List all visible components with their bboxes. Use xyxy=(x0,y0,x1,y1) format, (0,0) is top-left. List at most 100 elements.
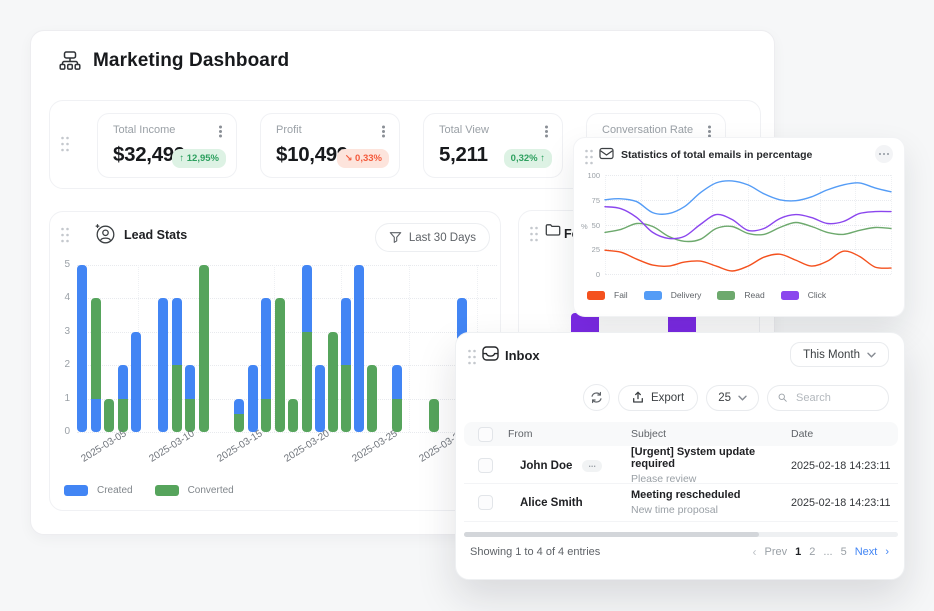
y-tick-label: 1 xyxy=(64,393,70,404)
lead-filter-button[interactable]: Last 30 Days xyxy=(375,223,490,252)
period-select[interactable]: This Month xyxy=(790,342,889,367)
bar xyxy=(341,298,351,432)
kebab-menu-icon[interactable] xyxy=(219,130,222,133)
drag-handle-icon[interactable] xyxy=(60,135,70,153)
per-page-value: 25 xyxy=(718,392,731,404)
stat-value: 5,211 xyxy=(439,143,488,167)
email-date: 2025-02-18 14:23:11 xyxy=(776,497,898,509)
bar xyxy=(158,298,168,432)
lead-stats-card: Lead Stats Last 30 Days 543210 2025-03-0… xyxy=(49,211,501,511)
export-button[interactable]: Export xyxy=(618,385,698,411)
lead-y-axis: 543210 xyxy=(52,260,70,432)
legend-swatch xyxy=(717,291,735,300)
trend-badge: ↘ 0,33% xyxy=(337,149,389,168)
column-header-date: Date xyxy=(776,428,898,440)
prev-arrow[interactable]: ‹ xyxy=(753,545,757,559)
x-tick-label: 2025-03-20 xyxy=(282,428,331,464)
inbox-card: Inbox This Month Export 25 xyxy=(455,332,905,580)
sender-name: Alice Smith xyxy=(520,497,583,509)
trend-badge: 0,32% ↑ xyxy=(504,149,552,168)
stat-label: Total Income xyxy=(113,124,175,136)
page-2[interactable]: 2 xyxy=(809,546,815,558)
kebab-menu-icon[interactable] xyxy=(382,130,385,133)
stat-label: Conversation Rate xyxy=(602,124,693,136)
page-ellipsis: ... xyxy=(823,546,832,558)
per-page-select[interactable]: 25 xyxy=(706,385,759,411)
row-checkbox[interactable] xyxy=(478,495,493,510)
row-more-button[interactable]: ... xyxy=(582,460,602,472)
y-tick-label: 5 xyxy=(64,259,70,270)
legend-label: Delivery xyxy=(671,290,702,300)
legend-item-read: Read xyxy=(717,290,764,300)
lead-filter-label: Last 30 Days xyxy=(409,232,476,244)
y-tick-label: 4 xyxy=(64,292,70,303)
email-preview: New time proposal xyxy=(631,504,776,516)
drag-handle-icon[interactable] xyxy=(467,348,477,366)
export-icon xyxy=(632,391,644,404)
inbox-title: Inbox xyxy=(505,348,540,363)
bar xyxy=(77,265,87,432)
refresh-icon xyxy=(590,391,603,404)
next-arrow[interactable]: › xyxy=(885,546,889,558)
inbox-footer: Showing 1 to 4 of 4 entries ‹ Prev 1 2 .… xyxy=(470,545,889,559)
y-tick-label: 75 xyxy=(592,196,600,205)
bar xyxy=(91,298,101,432)
column-header-from: From xyxy=(508,428,616,440)
bar xyxy=(261,298,271,432)
stat-card-total-view: Total View 5,211 0,32% ↑ xyxy=(423,113,563,178)
drag-handle-icon[interactable] xyxy=(584,148,594,166)
kebab-menu-icon[interactable] xyxy=(545,130,548,133)
email-legend: Fail Delivery Read Click xyxy=(587,290,826,300)
prev-button[interactable]: Prev xyxy=(765,546,788,558)
search-field[interactable] xyxy=(767,385,889,411)
legend-label: Read xyxy=(744,290,764,300)
bar xyxy=(288,399,298,432)
lead-plot: 2025-03-052025-03-102025-03-152025-03-20… xyxy=(77,265,497,432)
stat-card-profit: Profit $10,499 ↘ 0,33% xyxy=(260,113,400,178)
search-input[interactable] xyxy=(794,391,878,405)
bar xyxy=(185,365,195,432)
drag-handle-icon[interactable] xyxy=(529,225,539,243)
email-date: 2025-02-18 14:23:11 xyxy=(776,460,898,472)
card-menu-button[interactable] xyxy=(875,145,893,163)
lead-person-icon xyxy=(94,223,116,245)
horizontal-scrollbar[interactable] xyxy=(464,532,898,537)
legend-item-fail: Fail xyxy=(587,290,628,300)
email-plot xyxy=(605,175,891,274)
next-button[interactable]: Next xyxy=(855,546,878,558)
search-icon xyxy=(778,391,787,404)
kebab-menu-icon[interactable] xyxy=(708,130,711,133)
inbox-table: From Subject Date John Doe ... [Urgent] … xyxy=(464,422,898,522)
email-stats-title: Statistics of total emails in percentage xyxy=(621,149,812,161)
x-tick-label: 2025-03-15 xyxy=(215,428,264,464)
page-title: Marketing Dashboard xyxy=(93,50,289,72)
refresh-button[interactable] xyxy=(583,384,610,411)
select-all-checkbox[interactable] xyxy=(478,427,493,442)
lead-stats-title: Lead Stats xyxy=(124,228,187,242)
email-subject: Meeting rescheduled xyxy=(631,489,776,501)
bar xyxy=(429,399,439,432)
drag-handle-icon[interactable] xyxy=(60,226,70,244)
y-tick-label: 25 xyxy=(592,245,600,254)
table-row[interactable]: John Doe ... [Urgent] System update requ… xyxy=(464,446,898,484)
legend-swatch xyxy=(587,291,605,300)
trend-badge: ↑ 12,95% xyxy=(172,149,226,168)
bar xyxy=(367,365,377,432)
scrollbar-thumb[interactable] xyxy=(464,532,759,537)
y-tick-label: 2 xyxy=(64,359,70,370)
y-tick-label: 100 xyxy=(587,171,600,180)
line-series-read xyxy=(605,222,891,241)
mail-icon xyxy=(599,147,614,160)
entries-summary: Showing 1 to 4 of 4 entries xyxy=(470,546,600,558)
legend-label: Click xyxy=(808,290,826,300)
table-row[interactable]: Alice Smith Meeting rescheduled New time… xyxy=(464,484,898,522)
x-tick-label: 2025-03-05 xyxy=(79,428,128,464)
page-5[interactable]: 5 xyxy=(841,546,847,558)
bar xyxy=(354,265,364,432)
bar xyxy=(302,265,312,432)
bar xyxy=(315,365,325,432)
row-checkbox[interactable] xyxy=(478,458,493,473)
page-1[interactable]: 1 xyxy=(795,546,801,558)
bar xyxy=(172,298,182,432)
email-y-axis-label: % xyxy=(581,222,588,231)
